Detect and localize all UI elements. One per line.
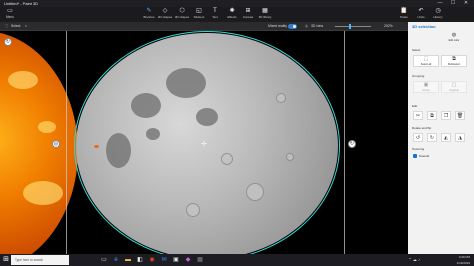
rotate-right-handle[interactable]: ↻	[348, 140, 356, 148]
view-3d-label[interactable]: 3D view	[311, 22, 323, 31]
select-all-label: Select all	[420, 63, 432, 66]
clock-date: 1/19/2019	[456, 261, 470, 265]
selection-line-right	[344, 31, 345, 254]
system-tray-icons[interactable]: ⌃ ☁ ♪	[400, 254, 420, 266]
orange-marker	[94, 145, 99, 148]
rotate-handle[interactable]: ↻	[4, 38, 12, 46]
edit-section-label: Edit	[412, 104, 418, 108]
zoom-slider[interactable]	[335, 26, 371, 27]
duplicate-icon[interactable]: ❐	[441, 111, 451, 120]
menu-label: Menu	[6, 15, 14, 19]
mixed-reality-toggle[interactable]	[288, 24, 297, 29]
panel-title: 3D selection	[412, 24, 436, 29]
mail-icon[interactable]: ✉	[160, 256, 168, 264]
photos-icon[interactable]: ▣	[172, 256, 180, 264]
minimize-button[interactable]: —	[434, 0, 446, 7]
mixed-reality-label: Mixed reality	[268, 24, 288, 28]
grouping-section-label: Grouping	[412, 74, 425, 78]
ungroup-button[interactable]: ▢ Ungroup	[441, 81, 467, 93]
copy-icon[interactable]: ⧉	[427, 111, 437, 120]
library-icon: ▦	[262, 8, 268, 14]
ribbon-toolbar: ▭ Menu ✎ Brushes ◇ 2D shapes ⬡ 3D shapes…	[0, 7, 474, 22]
tool-label: 3D library	[258, 15, 272, 19]
folder-icon: ▭	[7, 8, 13, 14]
group-label: Group	[422, 89, 430, 92]
edit-color-button[interactable]: ◍ Edit color	[441, 32, 467, 44]
window-title: Untitled* - Paint 3D	[4, 1, 39, 6]
properties-panel: 3D selection ◍ Edit color Select ⬚ Selec…	[408, 22, 474, 254]
taskbar-search[interactable]: Type here to search	[11, 255, 69, 265]
rotate-left-icon[interactable]: ↺	[413, 133, 423, 142]
sub-toolbar: ⬚ Select ⌗ Mixed reality ◎ 3D view 202%	[0, 22, 408, 31]
multiselect-icon: ⧉	[452, 56, 456, 62]
ungroup-label: Ungroup	[449, 89, 459, 92]
tool-3d-library[interactable]: ▦ 3D library	[255, 8, 275, 21]
title-bar: Untitled* - Paint 3D — ☐ ✕	[0, 0, 474, 7]
edit-color-label: Edit color	[448, 39, 460, 42]
tool-label: History	[433, 15, 443, 19]
depth-handle[interactable]: ◎	[52, 140, 60, 148]
canvas[interactable]: ↻ ◎ ✛ ↻	[0, 31, 408, 254]
ungroup-icon: ▢	[451, 82, 457, 88]
cut-icon[interactable]: ✂	[413, 111, 423, 120]
paint3d-icon[interactable]: ◆	[184, 256, 192, 264]
rotate-flip-section-label: Rotate and flip	[412, 126, 432, 130]
menu-button[interactable]: ▭ Menu	[2, 8, 18, 21]
edge-icon[interactable]: e	[112, 256, 120, 264]
select-all-icon: ⬚	[423, 56, 429, 62]
windows-start-icon[interactable]: ⊞	[2, 256, 10, 264]
crosshair-icon: ✛	[201, 141, 207, 148]
select-tool-label[interactable]: Select	[11, 22, 20, 31]
zoom-slider-thumb[interactable]	[349, 24, 351, 29]
multiselect-label: Multiselect	[447, 63, 461, 66]
select-all-button[interactable]: ⬚ Select all	[413, 55, 439, 67]
select-section-label: Select	[412, 48, 421, 52]
texturing-section-label: Texturing	[412, 147, 425, 151]
history-button[interactable]: ◷ History	[428, 8, 448, 21]
maximize-button[interactable]: ☐	[447, 0, 459, 7]
taskbar: ⊞ Type here to search ▭ e ▬ ◧ ◉ ✉ ▣ ◆ ▦ …	[0, 254, 474, 266]
flip-horizontal-icon[interactable]: ◭	[441, 133, 451, 142]
palette-icon: ◍	[451, 32, 457, 38]
smooth-checkbox[interactable]	[413, 154, 417, 158]
store-icon[interactable]: ◧	[136, 256, 144, 264]
task-view-icon[interactable]: ▭	[100, 256, 108, 264]
zoom-value: 202%	[384, 24, 393, 28]
delete-icon[interactable]: 🗑	[455, 111, 465, 120]
selection-line-left	[66, 31, 67, 254]
multiselect-button[interactable]: ⧉ Multiselect	[441, 55, 467, 67]
group-icon: ▣	[423, 82, 429, 88]
view-3d-icon[interactable]: ◎	[305, 22, 308, 31]
close-button[interactable]: ✕	[460, 0, 472, 7]
history-icon: ◷	[435, 8, 441, 14]
group-button[interactable]: ▣ Group	[413, 81, 439, 93]
file-explorer-icon[interactable]: ▬	[124, 256, 132, 264]
app-icon[interactable]: ▦	[196, 256, 204, 264]
chrome-icon[interactable]: ◉	[148, 256, 156, 264]
clock[interactable]: 4:29 PM 1/19/2019	[440, 254, 470, 266]
flip-vertical-icon[interactable]: ◮	[455, 133, 465, 142]
select-tool-icon[interactable]: ⬚	[5, 22, 8, 31]
smooth-label: Smooth	[419, 154, 430, 158]
rotate-right-icon[interactable]: ↻	[427, 133, 437, 142]
crop-icon[interactable]: ⌗	[25, 22, 27, 31]
